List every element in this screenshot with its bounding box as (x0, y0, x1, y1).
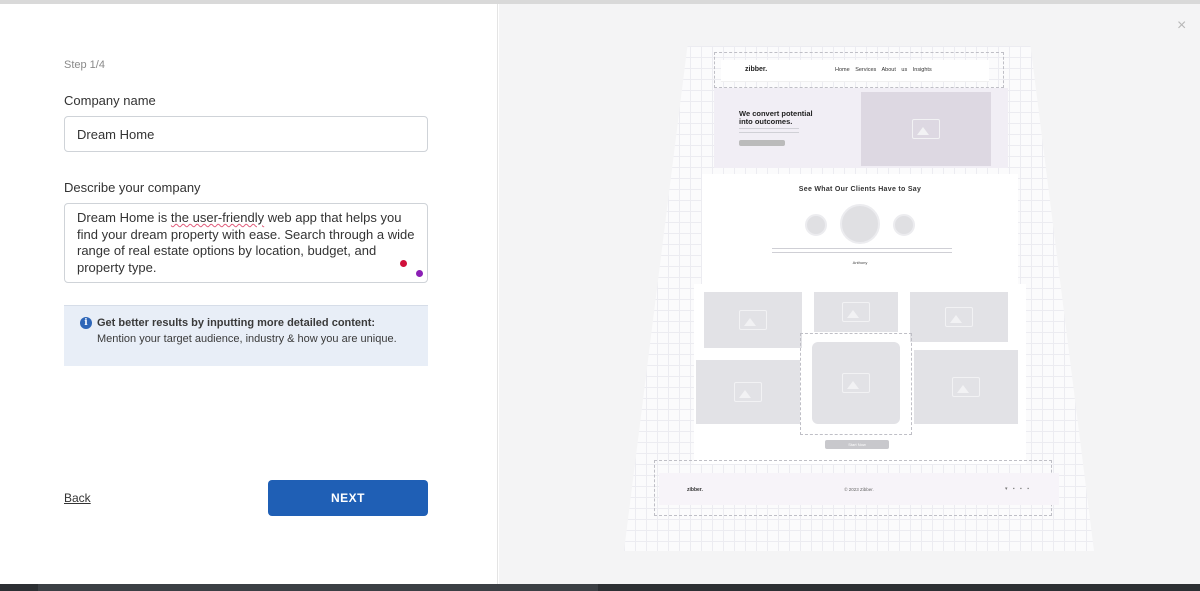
onboarding-form-panel: Step 1/4 Company name Dream Home Describ… (0, 4, 498, 584)
preview-page-mockup: zibber. Home Services About us Insights … (624, 46, 1094, 551)
gallery-image (696, 360, 800, 424)
writing-assistant-icon[interactable] (416, 270, 423, 277)
info-icon: i (80, 317, 92, 329)
preview-gallery-section (694, 284, 1026, 464)
taskbar-segment (38, 584, 598, 591)
preview-hero-section: We convert potential into outcomes. (714, 88, 1008, 168)
describe-company-label: Describe your company (64, 180, 201, 195)
preview-logo: zibber. (745, 66, 768, 73)
preview-testimonials-section: See What Our Clients Have to Say Anthony (702, 174, 1018, 284)
preview-nav-items: Home Services About us Insights (835, 67, 932, 73)
testimonial-quote (772, 248, 952, 256)
tip-box: i Get better results by inputting more d… (64, 305, 428, 366)
gallery-image (812, 342, 900, 424)
tip-title: Get better results by inputting more det… (97, 317, 376, 329)
image-placeholder-icon (952, 377, 980, 397)
next-button[interactable]: NEXT (268, 480, 428, 516)
back-link[interactable]: Back (64, 491, 91, 505)
testimonial-name: Anthony (852, 260, 868, 265)
avatar (805, 214, 827, 236)
preview-hero-image (861, 92, 991, 166)
testimonials-title: See What Our Clients Have to Say (798, 186, 922, 193)
describe-company-textarea[interactable]: Dream Home is the user-friendly web app … (64, 203, 428, 283)
preview-cta-button: Start Now (825, 440, 889, 449)
grammar-flagged-text[interactable]: the user-friendly (171, 210, 264, 225)
avatar (893, 214, 915, 236)
preview-nav-bar: zibber. Home Services About us Insights (721, 60, 989, 82)
preview-hero-heading: We convert potential into outcomes. (739, 110, 813, 126)
image-placeholder-icon (734, 382, 762, 402)
preview-hero-subtext (739, 128, 799, 136)
tip-body: Mention your target audience, industry &… (97, 333, 397, 345)
avatar (840, 204, 880, 244)
grammar-checker-icon[interactable] (400, 260, 407, 267)
website-preview-panel: × zibber. Home Services About us Insight… (499, 4, 1200, 584)
hero-heading-line-2: into outcomes. (739, 117, 793, 126)
taskbar-strip (0, 584, 1200, 591)
footer-copyright: © 2023 Zibber. (844, 487, 874, 492)
preview-footer: zibber. © 2023 Zibber. ▾ ▪ ▪ ▪ (659, 473, 1059, 505)
image-placeholder-icon (945, 307, 973, 327)
close-icon[interactable]: × (1177, 17, 1186, 35)
image-placeholder-icon (842, 373, 870, 393)
social-icons: ▾ ▪ ▪ ▪ (1005, 486, 1031, 492)
gallery-image (814, 292, 898, 332)
image-placeholder-icon (912, 119, 940, 139)
image-placeholder-icon (739, 310, 767, 330)
preview-hero-button (739, 140, 785, 146)
gallery-image (704, 292, 802, 348)
company-name-value: Dream Home (77, 127, 155, 142)
step-indicator: Step 1/4 (64, 59, 105, 71)
company-name-input[interactable]: Dream Home (64, 116, 428, 152)
image-placeholder-icon (842, 302, 870, 322)
gallery-image (910, 292, 1008, 342)
company-name-label: Company name (64, 93, 156, 108)
gallery-image (914, 350, 1018, 424)
description-text-start: Dream Home is (77, 210, 171, 225)
